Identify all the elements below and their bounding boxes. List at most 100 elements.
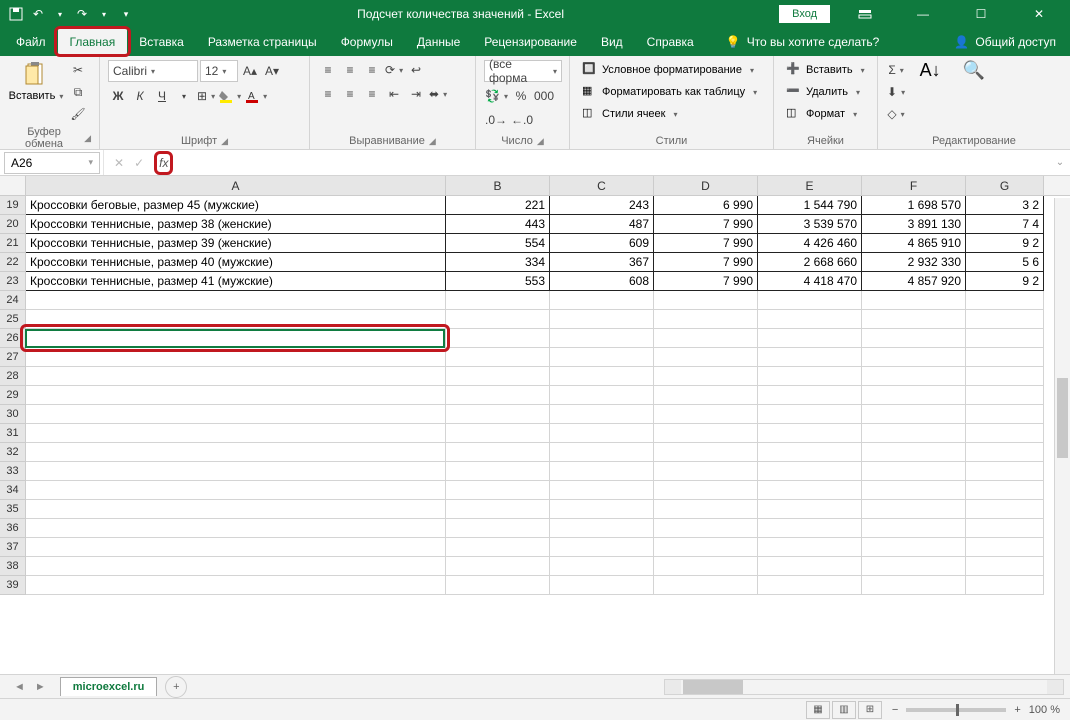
cell-B22[interactable]: 334 [446,253,550,272]
cell-C26[interactable] [550,329,654,348]
cell-G31[interactable] [966,424,1044,443]
align-right-icon[interactable]: ≡ [362,84,382,104]
col-header-F[interactable]: F [862,176,966,195]
sheet-nav-prev-icon[interactable]: ◄ [14,681,25,693]
chevron-down-icon[interactable]: ▾ [52,6,68,22]
cell-G33[interactable] [966,462,1044,481]
cell-G38[interactable] [966,557,1044,576]
dialog-launcher-icon[interactable]: ◢ [84,133,91,144]
normal-view-icon[interactable]: ▦ [806,701,830,719]
cell-A19[interactable]: Кроссовки беговые, размер 45 (мужские) [26,196,446,215]
sheet-nav-next-icon[interactable]: ► [35,681,46,693]
cell-G32[interactable] [966,443,1044,462]
cell-F27[interactable] [862,348,966,367]
cell-F37[interactable] [862,538,966,557]
insert-cells-button[interactable]: ➕Вставить [782,60,869,80]
cell-B25[interactable] [446,310,550,329]
cell-G36[interactable] [966,519,1044,538]
cell-G22[interactable]: 5 6 [966,253,1044,272]
cell-B33[interactable] [446,462,550,481]
cell-A20[interactable]: Кроссовки теннисные, размер 38 (женские) [26,215,446,234]
cell-B37[interactable] [446,538,550,557]
cell-D19[interactable]: 6 990 [654,196,758,215]
cell-F38[interactable] [862,557,966,576]
page-layout-view-icon[interactable]: ▥ [832,701,856,719]
format-cells-button[interactable]: ◫Формат [782,104,861,124]
cell-C32[interactable] [550,443,654,462]
cell-B27[interactable] [446,348,550,367]
cell-C35[interactable] [550,500,654,519]
tell-me[interactable]: 💡 Что вы хотите сделать? [726,35,880,49]
row-header[interactable]: 36 [0,519,26,538]
cell-G39[interactable] [966,576,1044,595]
find-select-button[interactable]: 🔍 [954,60,994,81]
cell-D36[interactable] [654,519,758,538]
cell-E23[interactable]: 4 418 470 [758,272,862,291]
cell-B30[interactable] [446,405,550,424]
new-sheet-button[interactable]: + [165,676,187,698]
align-center-icon[interactable]: ≡ [340,84,360,104]
row-header[interactable]: 38 [0,557,26,576]
cell-A36[interactable] [26,519,446,538]
insert-function-icon[interactable]: fx [159,156,168,170]
cell-D35[interactable] [654,500,758,519]
close-icon[interactable]: ✕ [1016,0,1062,28]
row-header[interactable]: 31 [0,424,26,443]
cell-B39[interactable] [446,576,550,595]
chevron-down-icon[interactable]: ▾ [174,86,194,106]
row-header[interactable]: 35 [0,500,26,519]
cell-D31[interactable] [654,424,758,443]
cell-A25[interactable] [26,310,446,329]
cell-D33[interactable] [654,462,758,481]
cell-F20[interactable]: 3 891 130 [862,215,966,234]
format-as-table-button[interactable]: ▦Форматировать как таблицу [578,82,761,102]
row-header[interactable]: 25 [0,310,26,329]
cell-A37[interactable] [26,538,446,557]
cell-B24[interactable] [446,291,550,310]
cell-E31[interactable] [758,424,862,443]
cell-F29[interactable] [862,386,966,405]
cell-E27[interactable] [758,348,862,367]
cancel-formula-icon[interactable]: ✕ [114,156,124,170]
col-header-B[interactable]: B [446,176,550,195]
zoom-slider[interactable] [906,708,1006,712]
indent-decrease-icon[interactable]: ⇤ [384,84,404,104]
cell-D21[interactable]: 7 990 [654,234,758,253]
cell-D29[interactable] [654,386,758,405]
cell-E32[interactable] [758,443,862,462]
cell-C20[interactable]: 487 [550,215,654,234]
cell-E20[interactable]: 3 539 570 [758,215,862,234]
cell-G35[interactable] [966,500,1044,519]
sheet-tab-active[interactable]: microexcel.ru [60,677,158,696]
cell-G20[interactable]: 7 4 [966,215,1044,234]
cell-E19[interactable]: 1 544 790 [758,196,862,215]
cell-F22[interactable]: 2 932 330 [862,253,966,272]
cell-D34[interactable] [654,481,758,500]
select-all-button[interactable] [0,176,26,195]
chevron-down-icon[interactable]: ▾ [88,157,93,168]
cell-G30[interactable] [966,405,1044,424]
cell-F24[interactable] [862,291,966,310]
cell-C19[interactable]: 243 [550,196,654,215]
cell-F33[interactable] [862,462,966,481]
cell-G29[interactable] [966,386,1044,405]
cell-C39[interactable] [550,576,654,595]
cell-E24[interactable] [758,291,862,310]
col-header-A[interactable]: A [26,176,446,195]
tab-view[interactable]: Вид [589,29,635,55]
cell-F26[interactable] [862,329,966,348]
cell-F28[interactable] [862,367,966,386]
cell-G28[interactable] [966,367,1044,386]
cell-D22[interactable]: 7 990 [654,253,758,272]
tab-insert[interactable]: Вставка [127,29,196,55]
paste-button[interactable]: Вставить [8,60,64,102]
cell-B32[interactable] [446,443,550,462]
row-header[interactable]: 21 [0,234,26,253]
cell-G37[interactable] [966,538,1044,557]
cell-E21[interactable]: 4 426 460 [758,234,862,253]
vertical-scrollbar-thumb[interactable] [1057,378,1068,458]
font-size-combo[interactable]: 12 [200,60,238,82]
page-break-view-icon[interactable]: ⊞ [858,701,882,719]
cell-C31[interactable] [550,424,654,443]
number-format-combo[interactable]: (все форма [484,60,562,82]
